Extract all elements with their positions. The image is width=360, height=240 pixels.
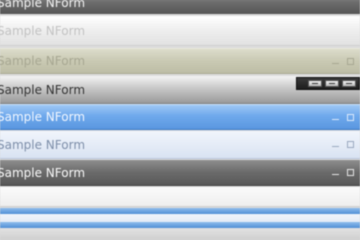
restore-icon[interactable] — [345, 167, 356, 178]
close-icon[interactable] — [342, 80, 356, 87]
minimize-icon[interactable] — [330, 56, 341, 67]
form-titlebar-dark[interactable]: Sample NForm — [0, 160, 360, 186]
restore-icon[interactable] — [345, 139, 356, 150]
form-titlebar-olive[interactable]: Sample NForm — [0, 48, 360, 74]
form-band-pale — [0, 214, 360, 222]
form-title: Sample NForm — [0, 23, 86, 38]
form-band-grey — [0, 228, 360, 240]
restore-icon[interactable] — [345, 112, 356, 123]
restore-icon[interactable] — [345, 56, 356, 67]
form-band-light — [0, 187, 360, 207]
titlebar-controls — [330, 105, 356, 129]
minimize-icon[interactable] — [308, 80, 322, 87]
titlebar-controls — [330, 49, 356, 73]
form-titlebar-dark-top[interactable]: Sample NForm — [0, 0, 360, 14]
form-title: Sample NForm — [0, 165, 86, 180]
form-title: Sample NForm — [0, 110, 86, 124]
form-title: Sample NForm — [0, 82, 86, 97]
titlebar-controls — [330, 160, 356, 185]
minimize-icon[interactable] — [330, 167, 341, 178]
minimize-icon[interactable] — [330, 139, 341, 150]
form-title: Sample NForm — [0, 54, 86, 68]
form-titlebar-light[interactable]: Sample NForm — [0, 16, 360, 46]
form-titlebar-blue-selected[interactable]: Sample NForm — [0, 104, 360, 130]
form-title: Sample NForm — [0, 0, 86, 10]
restore-icon[interactable] — [325, 80, 339, 87]
titlebar-controls — [330, 131, 356, 158]
minimize-icon[interactable] — [330, 112, 341, 123]
form-title: Sample NForm — [0, 137, 86, 152]
mini-window-controls — [296, 77, 360, 90]
form-titlebar-pale-blue[interactable]: Sample NForm — [0, 131, 360, 159]
